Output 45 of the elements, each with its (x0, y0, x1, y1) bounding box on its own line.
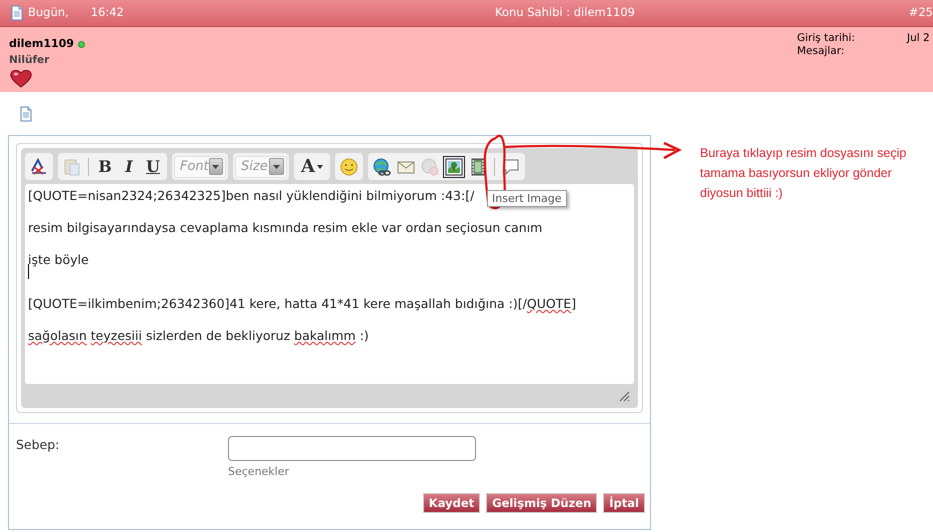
post-number-link[interactable]: #25 (908, 4, 933, 22)
italic-button[interactable]: I (118, 156, 140, 178)
editor-text-line: [QUOTE=nisan2324;26342325]ben nasıl yüklendiğini bilmiyorum :43:[/ (28, 188, 474, 203)
image-icon (444, 156, 464, 176)
heart-icon (9, 68, 33, 88)
text-editor-area[interactable] (25, 184, 634, 384)
save-button[interactable]: Kaydet (422, 493, 480, 513)
user-location: Nilüfer (9, 52, 50, 68)
globe-link-button[interactable] (371, 156, 393, 178)
caret-icon (212, 164, 220, 168)
time-label: 16:42 (90, 4, 124, 22)
text-cursor (28, 264, 29, 279)
smiley-button[interactable] (338, 156, 360, 178)
dropdown[interactable]: Size (235, 156, 287, 178)
stat-label: Mesajlar: (797, 45, 846, 58)
reason-label: Sebep: (16, 436, 60, 454)
editor-text-line: işte böyle (28, 252, 89, 267)
smiley-icon (339, 156, 359, 176)
stat-value: Jul 2 (907, 32, 930, 45)
clear-format-icon (29, 156, 49, 176)
options-link[interactable]: Seçenekler (228, 464, 476, 480)
caret-icon (316, 164, 323, 168)
bold-button[interactable]: B (94, 156, 116, 178)
editor-text-line: resim bilgisayarındaysa cevaplama kısmında resim ekle var ordan seçiosun canım (28, 220, 542, 235)
document-icon (19, 106, 33, 122)
editor-text-line: sağolasın teyzesiii sizlerden de bekliyoruz bakalımm :) (28, 328, 369, 343)
advanced-mode-button[interactable]: Gelişmiş Düzen (486, 493, 598, 513)
username[interactable]: dilem1109 (9, 36, 74, 52)
clipboard-icon (62, 156, 82, 176)
editor-text-line: [QUOTE=ilkimbenim;26342360]41 kere, hatta 41*41 kere maşallah bıdığına :)[/QUOTE] (28, 296, 576, 311)
reason-input[interactable] (228, 436, 476, 461)
globe-link-icon (372, 156, 392, 176)
cancel-button[interactable]: İptal (603, 493, 645, 513)
globe-icon (420, 156, 440, 176)
annotation-text: Buraya tıklayıp resim dosyasını seçip tamama basıyorsun ekliyor gönder diyosun bittiii :) (700, 145, 908, 202)
thread-starter-label: Konu Sahibi : dilem1109 (495, 4, 635, 22)
date-label: Bugün, (28, 4, 69, 22)
underline-button[interactable]: U (142, 156, 164, 178)
dropdown[interactable]: Font (174, 156, 226, 178)
image-button[interactable] (443, 156, 465, 178)
resize-grip-icon (619, 390, 630, 402)
stat-label: Giriş tarihi: (797, 32, 856, 45)
document-icon (10, 5, 24, 21)
caret-icon (273, 164, 280, 168)
tooltip: Insert Image (487, 190, 566, 207)
